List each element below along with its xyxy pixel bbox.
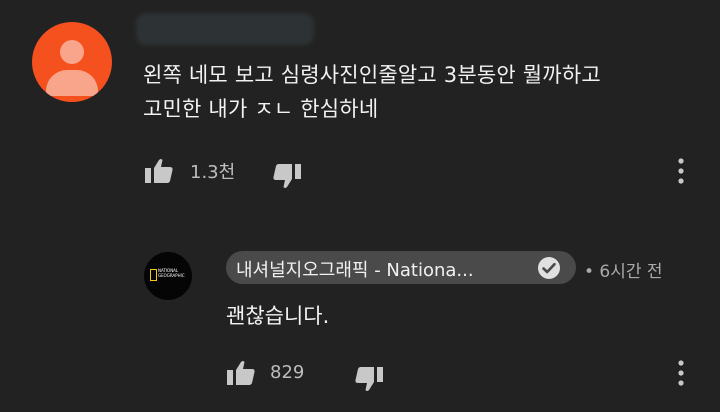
dislike-button[interactable] — [272, 163, 302, 189]
thumbs-down-icon — [273, 164, 301, 188]
more-vertical-icon — [678, 360, 684, 386]
thumbs-up-icon — [145, 159, 173, 183]
blurred-commenter-name — [136, 13, 314, 45]
reply-menu-button[interactable] — [676, 359, 686, 387]
reply-timestamp: • 6시간 전 — [584, 262, 663, 282]
avatar-head-shape — [60, 40, 84, 64]
avatar-body-shape — [46, 70, 98, 96]
channel-avatar[interactable]: NATIONAL GEOGRAPHIC — [144, 252, 192, 300]
reply-dislike-button[interactable] — [354, 366, 384, 392]
more-vertical-icon — [678, 158, 684, 184]
verified-icon — [537, 256, 561, 280]
commenter-avatar[interactable] — [32, 22, 112, 102]
thumbs-down-icon — [355, 367, 383, 391]
thumbs-up-icon — [227, 361, 255, 385]
reply-like-button[interactable] — [226, 360, 256, 386]
comment-menu-button[interactable] — [676, 157, 686, 185]
avatar-logo-text: NATIONAL GEOGRAPHIC — [158, 268, 185, 278]
channel-name[interactable]: 내셔널지오그래픽 - Nationa... — [236, 256, 474, 282]
like-count: 1.3천 — [190, 162, 236, 183]
reply-text: 괜찮습니다. — [226, 304, 330, 328]
like-button[interactable] — [144, 158, 174, 184]
comment-text-line: 고민한 내가 ㅈㄴ 한심하네 — [143, 97, 379, 121]
comment-text: 왼쪽 네모 보고 심령사진인줄알고 3분동안 뭘까하고 고민한 내가 ㅈㄴ 한심… — [143, 58, 703, 126]
comment-text-line: 왼쪽 네모 보고 심령사진인줄알고 3분동안 뭘까하고 — [143, 63, 601, 87]
reply-like-count: 829 — [270, 362, 305, 383]
national-geographic-logo-icon — [150, 269, 157, 281]
